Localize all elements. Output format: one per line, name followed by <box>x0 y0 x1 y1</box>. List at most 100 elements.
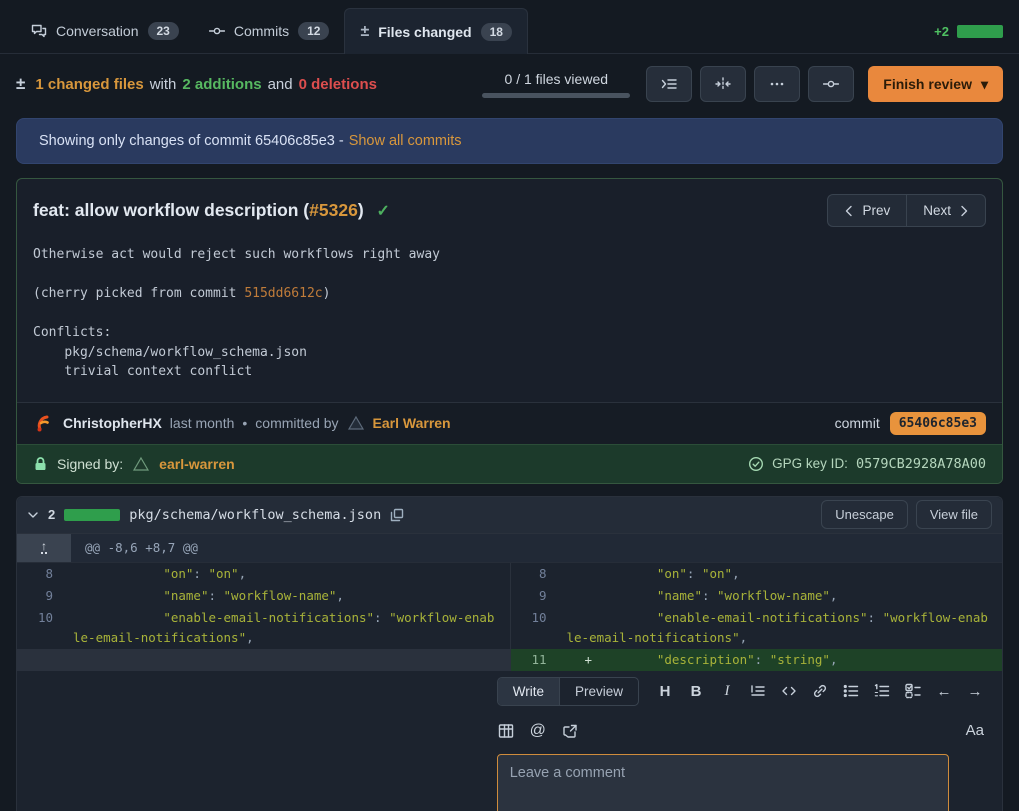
tab-conversation-label: Conversation <box>56 23 139 39</box>
author-avatar[interactable] <box>33 412 55 434</box>
write-tab[interactable]: Write <box>498 678 560 705</box>
cherry-pick-sha-link[interactable]: 515dd6612c <box>244 286 322 301</box>
plain-text-toggle[interactable]: Aa <box>966 722 984 739</box>
commit-message: Otherwise act would reject such workflow… <box>17 237 1002 402</box>
mention-button[interactable]: @ <box>529 722 547 740</box>
copy-icon[interactable] <box>390 508 404 522</box>
diff-line-number[interactable]: 9 <box>511 585 557 607</box>
files-viewed: 0 / 1 files viewed <box>482 71 630 98</box>
cross-reference-button[interactable] <box>561 722 579 740</box>
file-diff-box: 2 pkg/schema/workflow_schema.json Unesca… <box>16 496 1003 811</box>
changed-files-text: 1 changed files <box>35 76 143 93</box>
diff-line-number[interactable]: 10 <box>17 607 63 649</box>
quote-button[interactable] <box>749 682 767 700</box>
diffstat-additions: +2 <box>934 24 949 39</box>
diff-line-number[interactable]: 8 <box>511 563 557 585</box>
editor-tabs: Write Preview <box>497 677 639 706</box>
next-commit-button[interactable]: Next <box>906 194 986 227</box>
diff-line-number[interactable]: 11 <box>511 649 557 671</box>
commit-title-text: feat: allow workflow description ( <box>33 200 309 220</box>
indent-button[interactable]: → <box>966 682 984 700</box>
signer-avatar[interactable] <box>132 455 150 473</box>
file-diffstat-bar <box>64 509 120 521</box>
diff-line-number[interactable]: 9 <box>17 585 63 607</box>
unordered-list-button[interactable] <box>842 682 860 700</box>
commit-sha-badge[interactable]: 65406c85e3 <box>890 412 986 435</box>
files-toolbar: ± 1 changed files with 2 additions and 0… <box>0 54 1019 116</box>
file-tree-toggle-button[interactable] <box>646 66 692 102</box>
expand-up-icon: ↑ <box>41 541 47 554</box>
expand-hunk-button[interactable]: ↑ <box>17 534 71 562</box>
unescape-button[interactable]: Unescape <box>821 500 908 529</box>
diff-line-number[interactable]: 8 <box>17 563 63 585</box>
table-icon <box>498 723 514 739</box>
pr-tab-bar: Conversation 23 Commits 12 ± Files chang… <box>0 0 1019 54</box>
tab-conversation[interactable]: Conversation 23 <box>16 9 194 53</box>
diff-code-cell: "on": "on", <box>63 563 510 585</box>
preview-tab[interactable]: Preview <box>560 678 638 705</box>
tab-commits[interactable]: Commits 12 <box>194 9 345 53</box>
comment-textarea[interactable] <box>497 754 949 811</box>
hunk-header-text: @@ -8,6 +8,7 @@ <box>71 534 198 562</box>
conflict-note: trivial context conflict <box>33 364 252 379</box>
link-button[interactable] <box>811 682 829 700</box>
commit-author-row: ChristopherHX last month • committed by … <box>17 402 1002 444</box>
git-commit-icon <box>209 23 225 39</box>
committed-by-label: committed by <box>255 415 338 431</box>
quote-icon <box>750 683 766 699</box>
view-file-button[interactable]: View file <box>916 500 992 529</box>
code-icon <box>781 683 797 699</box>
chevron-down-icon[interactable] <box>27 509 39 521</box>
code-button[interactable] <box>780 682 798 700</box>
diff-filler-row <box>17 649 510 671</box>
added-line-sign: + <box>585 650 593 670</box>
prev-commit-button[interactable]: Prev <box>827 194 906 227</box>
signer-name[interactable]: earl-warren <box>159 456 234 472</box>
cherry-pick-close: ) <box>323 286 331 301</box>
tab-commits-label: Commits <box>234 23 289 39</box>
committer-avatar[interactable] <box>347 414 365 432</box>
heading-button[interactable]: H <box>656 682 674 700</box>
split-view-icon <box>715 76 731 92</box>
table-button[interactable] <box>497 722 515 740</box>
split-view-toggle-button[interactable] <box>700 66 746 102</box>
issue-link[interactable]: #5326 <box>309 200 358 220</box>
italic-button[interactable]: I <box>718 682 736 700</box>
more-options-button[interactable] <box>754 66 800 102</box>
commit-title-close: ) <box>358 200 364 220</box>
author-name[interactable]: ChristopherHX <box>63 415 162 431</box>
files-viewed-progressbar <box>482 93 630 98</box>
conversation-count-badge: 23 <box>148 22 179 40</box>
tab-files-changed[interactable]: ± Files changed 18 <box>344 8 528 54</box>
git-commit-icon <box>823 76 839 92</box>
unordered-list-icon <box>843 683 859 699</box>
tab-files-changed-label: Files changed <box>378 24 471 40</box>
signer-avatar-image <box>132 455 150 473</box>
outdent-button[interactable]: ← <box>935 682 953 700</box>
task-list-button[interactable] <box>904 682 922 700</box>
finish-review-button[interactable]: Finish review ▾ <box>868 66 1003 102</box>
diff-line-number[interactable]: 10 <box>511 607 557 649</box>
ordered-list-button[interactable] <box>873 682 891 700</box>
diffstat-bar <box>957 25 1003 38</box>
cherry-pick-text: (cherry picked from commit <box>33 286 244 301</box>
kebab-icon <box>769 76 785 92</box>
cross-reference-icon <box>562 723 578 739</box>
gpg-info: GPG key ID: 0579CB2928A78A00 <box>748 456 986 472</box>
commit-select-button[interactable] <box>808 66 854 102</box>
commit-box: feat: allow workflow description (#5326)… <box>16 178 1003 484</box>
show-all-commits-link[interactable]: Show all commits <box>349 133 462 149</box>
comment-discussion-icon <box>31 23 47 39</box>
with-text: with <box>150 76 177 93</box>
deletions-text: 0 deletions <box>299 76 377 93</box>
bold-button[interactable]: B <box>687 682 705 700</box>
commits-count-badge: 12 <box>298 22 329 40</box>
commit-title: feat: allow workflow description (#5326)… <box>33 200 390 221</box>
committer-name[interactable]: Earl Warren <box>373 415 451 431</box>
file-name: pkg/schema/workflow_schema.json <box>129 507 381 523</box>
verified-badge-icon <box>748 456 764 472</box>
diff-summary-icon: ± <box>16 74 25 94</box>
file-change-count: 2 <box>48 507 55 522</box>
verified-check-icon: ✓ <box>377 203 390 220</box>
diff-table-old: 8 "on": "on",9 "name": "workflow-name",1… <box>17 563 510 671</box>
